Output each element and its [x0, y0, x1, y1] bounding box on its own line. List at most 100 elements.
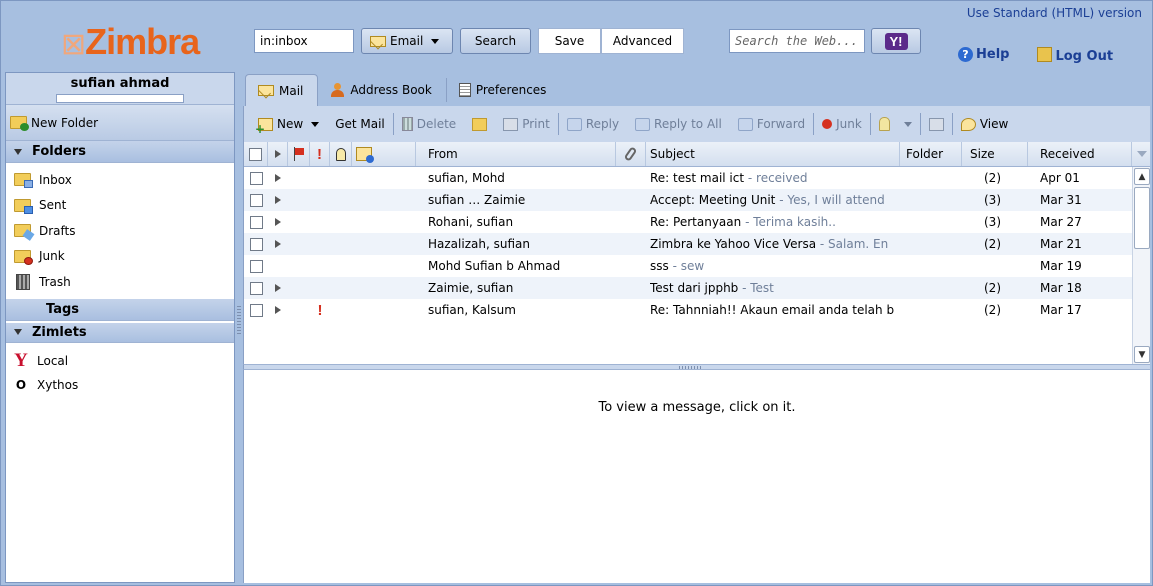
expand-arrow-icon[interactable] — [275, 240, 281, 248]
subject-text: Re: Pertanyaan — [650, 215, 742, 229]
forward-icon — [737, 117, 753, 131]
expand-column[interactable] — [268, 142, 288, 166]
zimlet-item-local[interactable]: Y Local — [14, 349, 234, 373]
search-type-dropdown[interactable]: Email — [361, 28, 453, 54]
tab-label: Mail — [279, 83, 304, 98]
from-column[interactable]: From — [416, 142, 616, 166]
folder-list: Inbox Sent Drafts Junk Trash — [6, 163, 234, 299]
expand-arrow-icon[interactable] — [275, 174, 281, 182]
zimbra-logo[interactable]: ⊠Zimbra — [61, 21, 200, 63]
priority-column[interactable]: ! — [310, 142, 330, 166]
detach-button[interactable] — [921, 111, 952, 137]
new-label: New — [277, 117, 304, 131]
row-checkbox[interactable] — [249, 171, 263, 185]
row-received: Mar 21 — [1028, 233, 1118, 255]
expand-arrow-icon[interactable] — [275, 218, 281, 226]
reply-all-button[interactable]: Reply to All — [627, 111, 730, 137]
row-checkbox[interactable] — [249, 259, 263, 273]
user-header: sufian ahmad — [6, 73, 234, 105]
search-input[interactable]: in:inbox — [254, 29, 354, 53]
folder-column[interactable]: Folder — [900, 142, 962, 166]
help-label: Help — [976, 47, 1010, 62]
zimlets-heading[interactable]: Zimlets — [6, 320, 234, 343]
folder-item-drafts[interactable]: Drafts — [14, 218, 234, 244]
size-column[interactable]: Size — [962, 142, 1028, 166]
folder-item-junk[interactable]: Junk — [14, 244, 234, 270]
expand-arrow-icon[interactable] — [275, 306, 281, 314]
received-column[interactable]: Received — [1028, 142, 1132, 166]
new-folder-label: New Folder — [31, 115, 99, 130]
tab-address-book[interactable]: Address Book — [318, 74, 445, 106]
row-subject: Test dari jpphb - Test — [646, 277, 896, 299]
select-all-column[interactable] — [244, 142, 268, 166]
message-row[interactable]: Zaimie, sufian Test dari jpphb - Test (2) M… — [244, 277, 1150, 299]
move-button[interactable] — [464, 111, 495, 137]
row-checkbox[interactable] — [249, 281, 263, 295]
view-button[interactable]: View — [953, 111, 1016, 137]
row-checkbox[interactable] — [249, 237, 263, 251]
scroll-thumb[interactable] — [1134, 187, 1150, 249]
status-column[interactable] — [352, 142, 416, 166]
tag-column[interactable] — [330, 142, 352, 166]
message-row[interactable]: sufian … Zaimie Accept: Meeting Unit - Ye… — [244, 189, 1150, 211]
attachment-column[interactable] — [616, 142, 646, 166]
message-row[interactable]: sufian, Mohd Re: test mail ict - received… — [244, 167, 1150, 189]
web-search-input[interactable]: Search the Web... — [729, 29, 865, 53]
folders-heading[interactable]: Folders — [6, 141, 234, 163]
expand-arrow-icon[interactable] — [275, 284, 281, 292]
row-checkbox[interactable] — [249, 303, 263, 317]
subject-text: Zimbra ke Yahoo Vice Versa — [650, 237, 817, 251]
logout-link[interactable]: Log Out — [1037, 47, 1113, 64]
message-rows: sufian, Mohd Re: test mail ict - received… — [244, 167, 1150, 321]
folder-label: Sent — [39, 198, 67, 213]
zimbra-mark-icon: ⊠ — [61, 28, 86, 61]
tab-mail[interactable]: Mail — [245, 74, 319, 106]
chevron-down-icon — [311, 121, 320, 127]
scroll-down-button[interactable]: ▼ — [1134, 346, 1150, 363]
search-button[interactable]: Search — [460, 28, 531, 54]
yahoo-search-button[interactable]: Y! — [871, 28, 921, 54]
reply-button[interactable]: Reply — [559, 111, 627, 137]
tab-preferences[interactable]: Preferences — [447, 74, 561, 106]
received-text: Apr 01 — [1040, 171, 1080, 185]
expand-arrow-icon[interactable] — [275, 196, 281, 204]
message-row[interactable]: Mohd Sufian b Ahmad sss - sew Mar 19 — [244, 255, 1150, 277]
folder-item-sent[interactable]: Sent — [14, 193, 234, 219]
standard-html-link[interactable]: Use Standard (HTML) version — [967, 6, 1142, 20]
row-checkbox[interactable] — [249, 215, 263, 229]
tags-heading[interactable]: Tags — [6, 298, 234, 321]
message-row[interactable]: Rohani, sufian Re: Pertanyaan - Terima ka… — [244, 211, 1150, 233]
save-search-button[interactable]: Save — [538, 28, 601, 54]
get-mail-button[interactable]: Get Mail — [327, 111, 393, 137]
attachment-icon — [623, 146, 638, 162]
panel-splitter[interactable] — [237, 306, 241, 336]
status-icon — [356, 147, 374, 163]
size-text: (2) — [984, 237, 1001, 251]
subject-column[interactable]: Subject — [646, 142, 900, 166]
scroll-up-button[interactable]: ▲ — [1134, 168, 1150, 185]
zimlet-item-xythos[interactable]: O Xythos — [14, 373, 234, 397]
tag-button[interactable] — [871, 111, 920, 137]
help-link[interactable]: ? Help — [958, 47, 1009, 64]
row-size: (2) — [984, 277, 1024, 299]
row-checkbox[interactable] — [249, 193, 263, 207]
message-row[interactable]: Hazalizah, sufian Zimbra ke Yahoo Vice Ve… — [244, 233, 1150, 255]
advanced-search-button[interactable]: Advanced — [601, 28, 684, 54]
new-folder-button[interactable]: New Folder — [6, 105, 234, 141]
collapse-triangle-icon — [14, 148, 22, 155]
folder-item-inbox[interactable]: Inbox — [14, 167, 234, 193]
delete-button[interactable]: Delete — [394, 111, 464, 137]
message-row[interactable]: ! sufian, Kalsum Re: Tahnniah!! Akaun emai… — [244, 299, 1150, 321]
message-list-scrollbar[interactable]: ▲ ▼ — [1132, 167, 1150, 364]
row-size: (3) — [984, 189, 1024, 211]
junk-button[interactable]: Junk — [814, 111, 870, 137]
top-actions: ? Help Log Out — [958, 47, 1113, 64]
new-button[interactable]: New — [250, 111, 327, 137]
select-all-checkbox[interactable] — [249, 147, 262, 161]
folder-item-trash[interactable]: Trash — [14, 269, 234, 295]
reading-pane: To view a message, click on it. — [243, 370, 1150, 583]
forward-button[interactable]: Forward — [730, 111, 813, 137]
sort-column[interactable] — [1132, 142, 1150, 166]
flag-column[interactable] — [288, 142, 310, 166]
print-button[interactable]: Print — [495, 111, 558, 137]
